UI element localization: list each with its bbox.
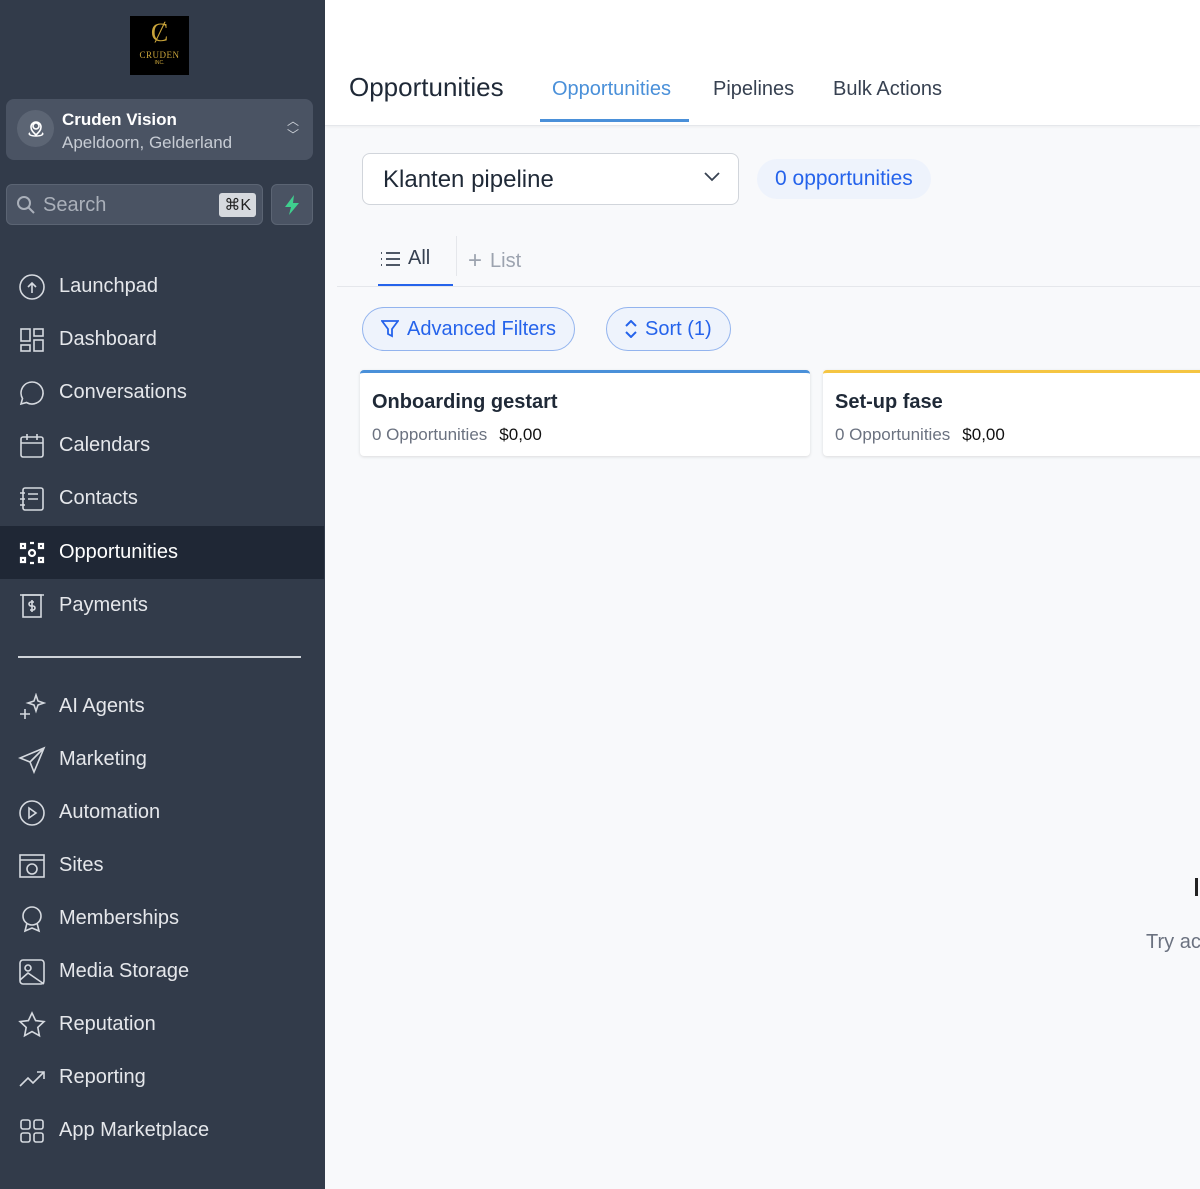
sidebar-item-payments[interactable]: Payments bbox=[0, 579, 325, 632]
opportunities-icon bbox=[19, 541, 45, 564]
location-switcher[interactable]: Cruden Vision Apeldoorn, Gelderland ︿ ﹀ bbox=[6, 99, 313, 160]
location-address: Apeldoorn, Gelderland bbox=[62, 133, 233, 152]
trend-icon bbox=[19, 1070, 45, 1087]
chevron-down-icon bbox=[704, 172, 720, 182]
sparkle-icon bbox=[20, 692, 46, 719]
search-input[interactable]: Search ⌘K bbox=[6, 184, 263, 225]
chat-icon bbox=[19, 380, 44, 405]
send-icon bbox=[18, 746, 46, 774]
active-tab-indicator bbox=[540, 119, 689, 122]
contacts-icon bbox=[20, 486, 44, 511]
launchpad-icon bbox=[19, 273, 45, 300]
sidebar-item-sites[interactable]: Sites bbox=[0, 839, 325, 892]
empty-state-hint: Try ac bbox=[1146, 931, 1200, 953]
location-name: Cruden Vision bbox=[62, 110, 177, 129]
apps-icon bbox=[20, 1118, 44, 1143]
opportunities-count-badge: 0 opportunities bbox=[757, 159, 931, 199]
payments-icon bbox=[20, 593, 44, 618]
star-icon bbox=[18, 1010, 46, 1037]
stage-title: Set-up fase bbox=[835, 391, 943, 413]
bolt-icon bbox=[285, 194, 299, 215]
pipeline-select[interactable]: Klanten pipeline bbox=[362, 153, 739, 205]
view-tab-all[interactable]: All bbox=[380, 247, 430, 270]
sidebar-item-launchpad[interactable]: Launchpad bbox=[0, 260, 325, 313]
view-separator bbox=[456, 236, 457, 276]
stage-column-setup: Set-up fase 0 Opportunities $0,00 bbox=[823, 370, 1200, 456]
stage-title: Onboarding gestart bbox=[372, 391, 558, 413]
sidebar-item-automation[interactable]: Automation bbox=[0, 786, 325, 839]
page-header: Opportunities Opportunities Pipelines Bu… bbox=[325, 0, 1200, 126]
stage-amount: $0,00 bbox=[499, 425, 542, 444]
sidebar-divider bbox=[18, 656, 301, 658]
location-pin-icon bbox=[17, 110, 54, 147]
sidebar-item-dashboard[interactable]: Dashboard bbox=[0, 313, 325, 366]
plus-icon: + bbox=[468, 247, 483, 274]
sidebar: Ȼ CRUDEN INC. Cruden Vision Apeldoorn, Gel… bbox=[0, 0, 325, 1189]
stage-column-onboarding: Onboarding gestart 0 Opportunities $0,00 bbox=[360, 370, 810, 456]
sort-icon bbox=[625, 320, 637, 338]
sidebar-item-app-marketplace[interactable]: App Marketplace bbox=[0, 1104, 325, 1157]
chevron-updown-icon: ︿ ﹀ bbox=[286, 114, 299, 142]
badge-icon bbox=[22, 905, 42, 932]
sidebar-item-calendars[interactable]: Calendars bbox=[0, 419, 325, 472]
search-placeholder: Search bbox=[43, 194, 107, 216]
sidebar-item-conversations[interactable]: Conversations bbox=[0, 366, 325, 419]
sidebar-item-contacts[interactable]: Contacts bbox=[0, 472, 325, 525]
globe-window-icon bbox=[19, 853, 45, 878]
empty-state-heading bbox=[1195, 878, 1198, 896]
list-icon bbox=[381, 251, 400, 266]
tab-opportunities[interactable]: Opportunities bbox=[552, 78, 671, 101]
sidebar-item-reputation[interactable]: Reputation bbox=[0, 998, 325, 1051]
quick-action-button[interactable] bbox=[271, 184, 313, 225]
search-icon bbox=[17, 196, 35, 214]
image-icon bbox=[19, 958, 45, 985]
company-logo[interactable]: Ȼ CRUDEN INC. bbox=[130, 16, 189, 75]
shortcut-badge: ⌘K bbox=[219, 193, 256, 217]
dashboard-icon bbox=[20, 327, 44, 352]
sidebar-item-opportunities[interactable]: Opportunities bbox=[0, 526, 324, 579]
divider bbox=[337, 286, 1200, 287]
sidebar-item-media-storage[interactable]: Media Storage bbox=[0, 945, 325, 998]
sidebar-item-ai-agents[interactable]: AI Agents bbox=[0, 680, 325, 733]
calendar-icon bbox=[20, 433, 44, 458]
filter-icon bbox=[381, 320, 399, 338]
sidebar-item-memberships[interactable]: Memberships bbox=[0, 892, 325, 945]
play-circle-icon bbox=[19, 799, 45, 826]
stage-amount: $0,00 bbox=[962, 425, 1005, 444]
sidebar-item-marketing[interactable]: Marketing bbox=[0, 733, 325, 786]
advanced-filters-button[interactable]: Advanced Filters bbox=[362, 307, 575, 351]
tab-pipelines[interactable]: Pipelines bbox=[713, 78, 794, 101]
stage-count: 0 Opportunities bbox=[372, 425, 488, 444]
page-title: Opportunities bbox=[349, 72, 504, 102]
tab-bulk-actions[interactable]: Bulk Actions bbox=[833, 78, 942, 101]
stage-count: 0 Opportunities bbox=[835, 425, 951, 444]
sort-button[interactable]: Sort (1) bbox=[606, 307, 731, 351]
sidebar-item-reporting[interactable]: Reporting bbox=[0, 1051, 325, 1104]
add-list-button[interactable]: + List bbox=[468, 247, 521, 275]
